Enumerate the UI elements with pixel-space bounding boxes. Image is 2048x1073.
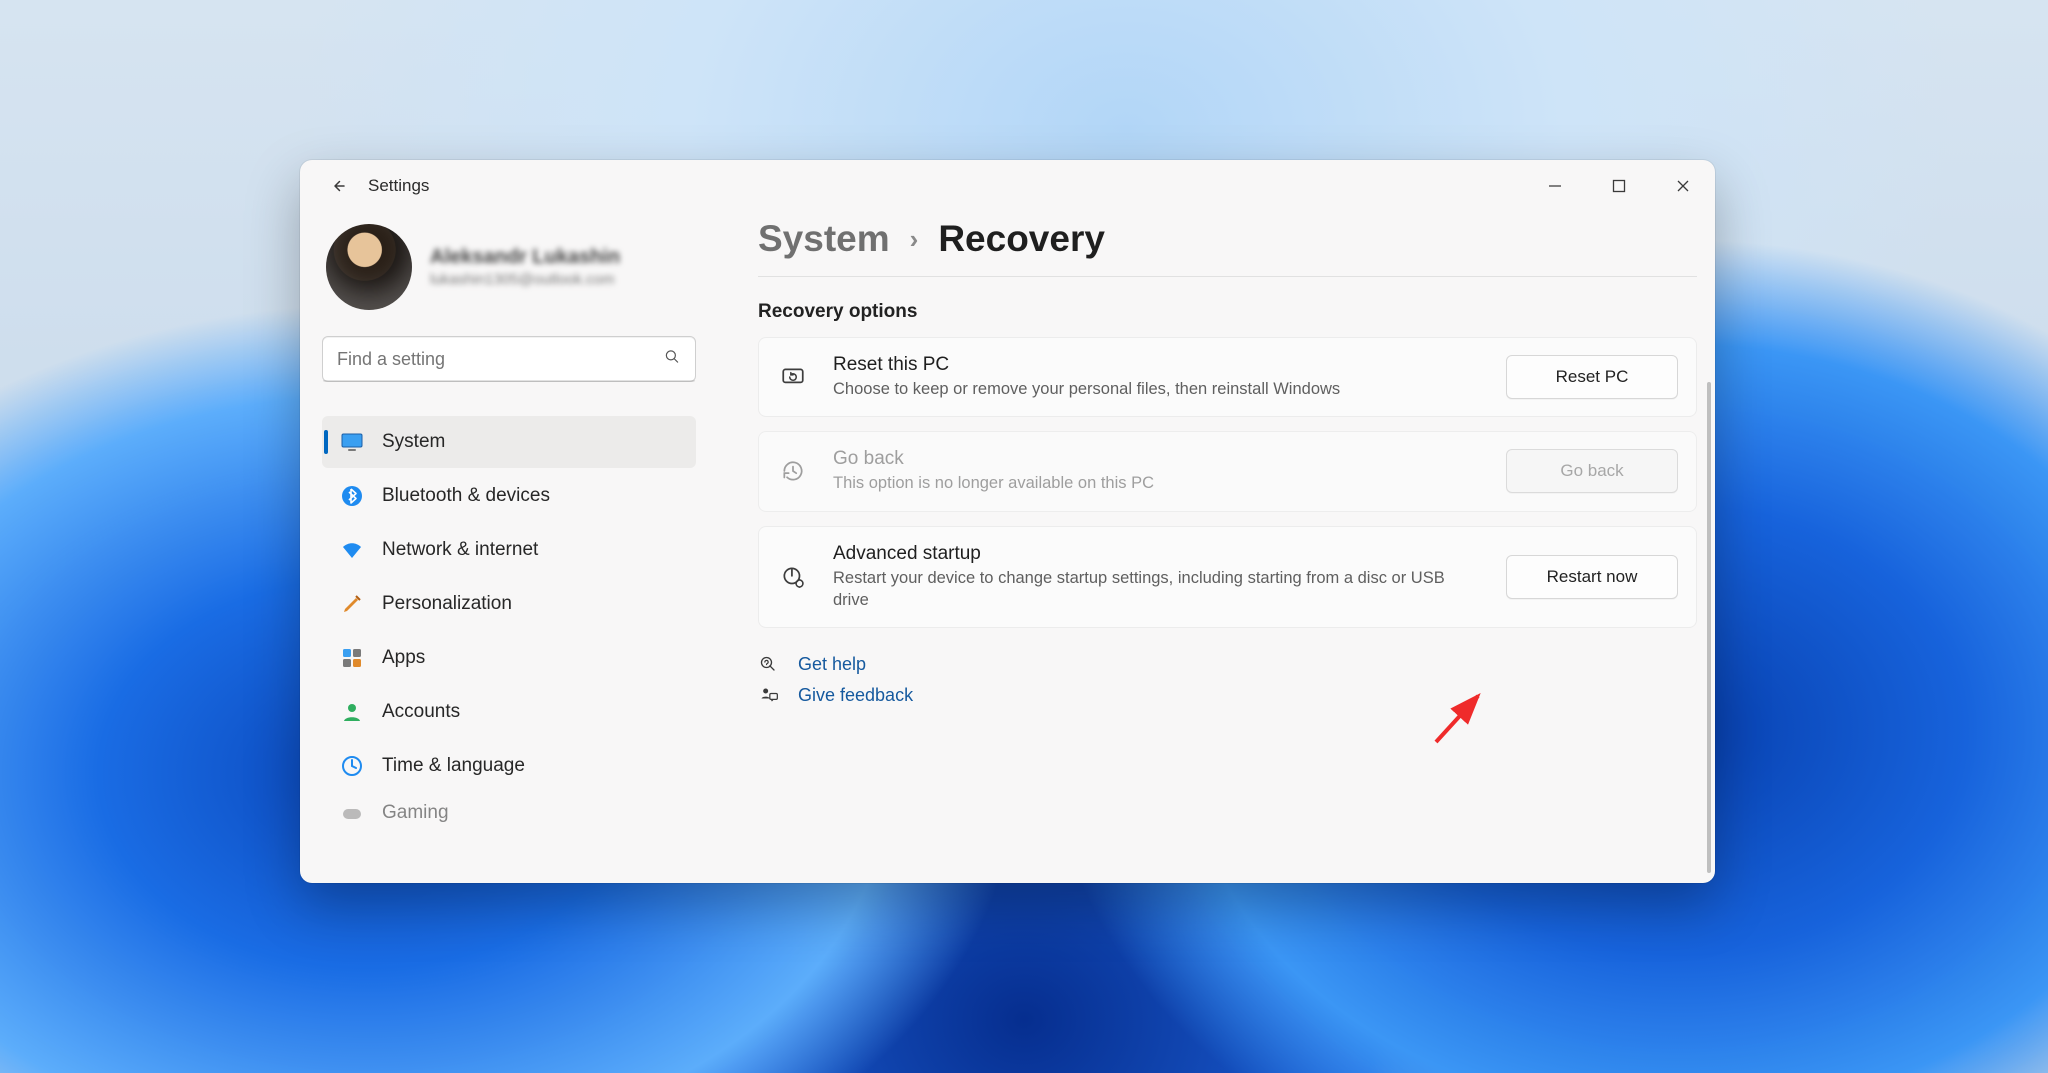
settings-window: Settings Aleksandr Lukashin lukashin1305… <box>300 160 1715 883</box>
feedback-icon <box>758 686 780 706</box>
chevron-right-icon: › <box>910 224 919 255</box>
apps-icon <box>340 646 364 670</box>
section-title: Recovery options <box>758 301 1697 323</box>
card-advanced-startup: Advanced startup Restart your device to … <box>758 526 1697 629</box>
window-controls <box>1523 160 1715 212</box>
minimize-button[interactable] <box>1523 160 1587 212</box>
sidebar-item-personalization[interactable]: Personalization <box>322 578 696 630</box>
gamepad-icon <box>340 801 364 825</box>
card-subtitle: This option is no longer available on th… <box>833 472 1482 494</box>
help-icon <box>758 655 780 675</box>
page-title: Recovery <box>938 218 1105 260</box>
minimize-icon <box>1548 179 1562 193</box>
sidebar-item-apps[interactable]: Apps <box>322 632 696 684</box>
card-title: Advanced startup <box>833 543 1482 565</box>
sidebar-item-system[interactable]: System <box>322 416 696 468</box>
card-subtitle: Restart your device to change startup se… <box>833 567 1482 612</box>
arrow-left-icon <box>329 177 347 195</box>
card-reset-pc: Reset this PC Choose to keep or remove y… <box>758 337 1697 417</box>
sidebar-item-network[interactable]: Network & internet <box>322 524 696 576</box>
card-title: Go back <box>833 448 1482 470</box>
close-button[interactable] <box>1651 160 1715 212</box>
sidebar-item-accounts[interactable]: Accounts <box>322 686 696 738</box>
wifi-icon <box>340 538 364 562</box>
monitor-icon <box>340 430 364 454</box>
reset-pc-button[interactable]: Reset PC <box>1506 355 1678 399</box>
nav-list: System Bluetooth & devices Network & int… <box>322 416 696 832</box>
give-feedback-label[interactable]: Give feedback <box>798 685 913 706</box>
sidebar-item-gaming[interactable]: Gaming <box>322 794 696 832</box>
sidebar-item-bluetooth[interactable]: Bluetooth & devices <box>322 470 696 522</box>
scrollbar[interactable] <box>1707 382 1711 873</box>
bluetooth-icon <box>340 484 364 508</box>
card-go-back: Go back This option is no longer availab… <box>758 431 1697 511</box>
app-title: Settings <box>368 176 429 196</box>
search-input[interactable] <box>337 349 649 370</box>
get-help-link[interactable]: Get help <box>758 654 1697 675</box>
sidebar-item-label: Bluetooth & devices <box>382 485 550 507</box>
sidebar-item-label: Accounts <box>382 701 460 723</box>
maximize-icon <box>1612 179 1626 193</box>
card-title: Reset this PC <box>833 354 1482 376</box>
close-icon <box>1676 179 1690 193</box>
profile-text: Aleksandr Lukashin lukashin1305@outlook.… <box>430 246 620 288</box>
history-icon <box>777 458 809 484</box>
main-content: System › Recovery Recovery options Reset… <box>718 212 1715 883</box>
sidebar-item-label: Gaming <box>382 802 449 824</box>
clock-globe-icon <box>340 754 364 778</box>
search-box[interactable] <box>322 336 696 382</box>
go-back-button: Go back <box>1506 449 1678 493</box>
maximize-button[interactable] <box>1587 160 1651 212</box>
breadcrumb: System › Recovery <box>758 218 1697 260</box>
restart-now-button[interactable]: Restart now <box>1506 555 1678 599</box>
search-icon <box>663 348 681 371</box>
profile-block[interactable]: Aleksandr Lukashin lukashin1305@outlook.… <box>322 212 696 336</box>
breadcrumb-root[interactable]: System <box>758 218 890 260</box>
divider <box>758 276 1697 277</box>
avatar <box>326 224 412 310</box>
sidebar-item-label: Network & internet <box>382 539 538 561</box>
sidebar-item-label: Personalization <box>382 593 512 615</box>
titlebar: Settings <box>300 160 1715 212</box>
power-gear-icon <box>777 564 809 590</box>
sidebar-item-label: System <box>382 431 445 453</box>
reset-icon <box>777 364 809 390</box>
get-help-label[interactable]: Get help <box>798 654 866 675</box>
back-button[interactable] <box>320 168 356 204</box>
user-email: lukashin1305@outlook.com <box>430 271 620 288</box>
sidebar: Aleksandr Lukashin lukashin1305@outlook.… <box>300 212 718 883</box>
person-icon <box>340 700 364 724</box>
sidebar-item-label: Apps <box>382 647 425 669</box>
sidebar-item-time-language[interactable]: Time & language <box>322 740 696 792</box>
user-name: Aleksandr Lukashin <box>430 246 620 269</box>
give-feedback-link[interactable]: Give feedback <box>758 685 1697 706</box>
sidebar-item-label: Time & language <box>382 755 525 777</box>
card-subtitle: Choose to keep or remove your personal f… <box>833 378 1482 400</box>
paintbrush-icon <box>340 592 364 616</box>
help-links: Get help Give feedback <box>758 654 1697 706</box>
